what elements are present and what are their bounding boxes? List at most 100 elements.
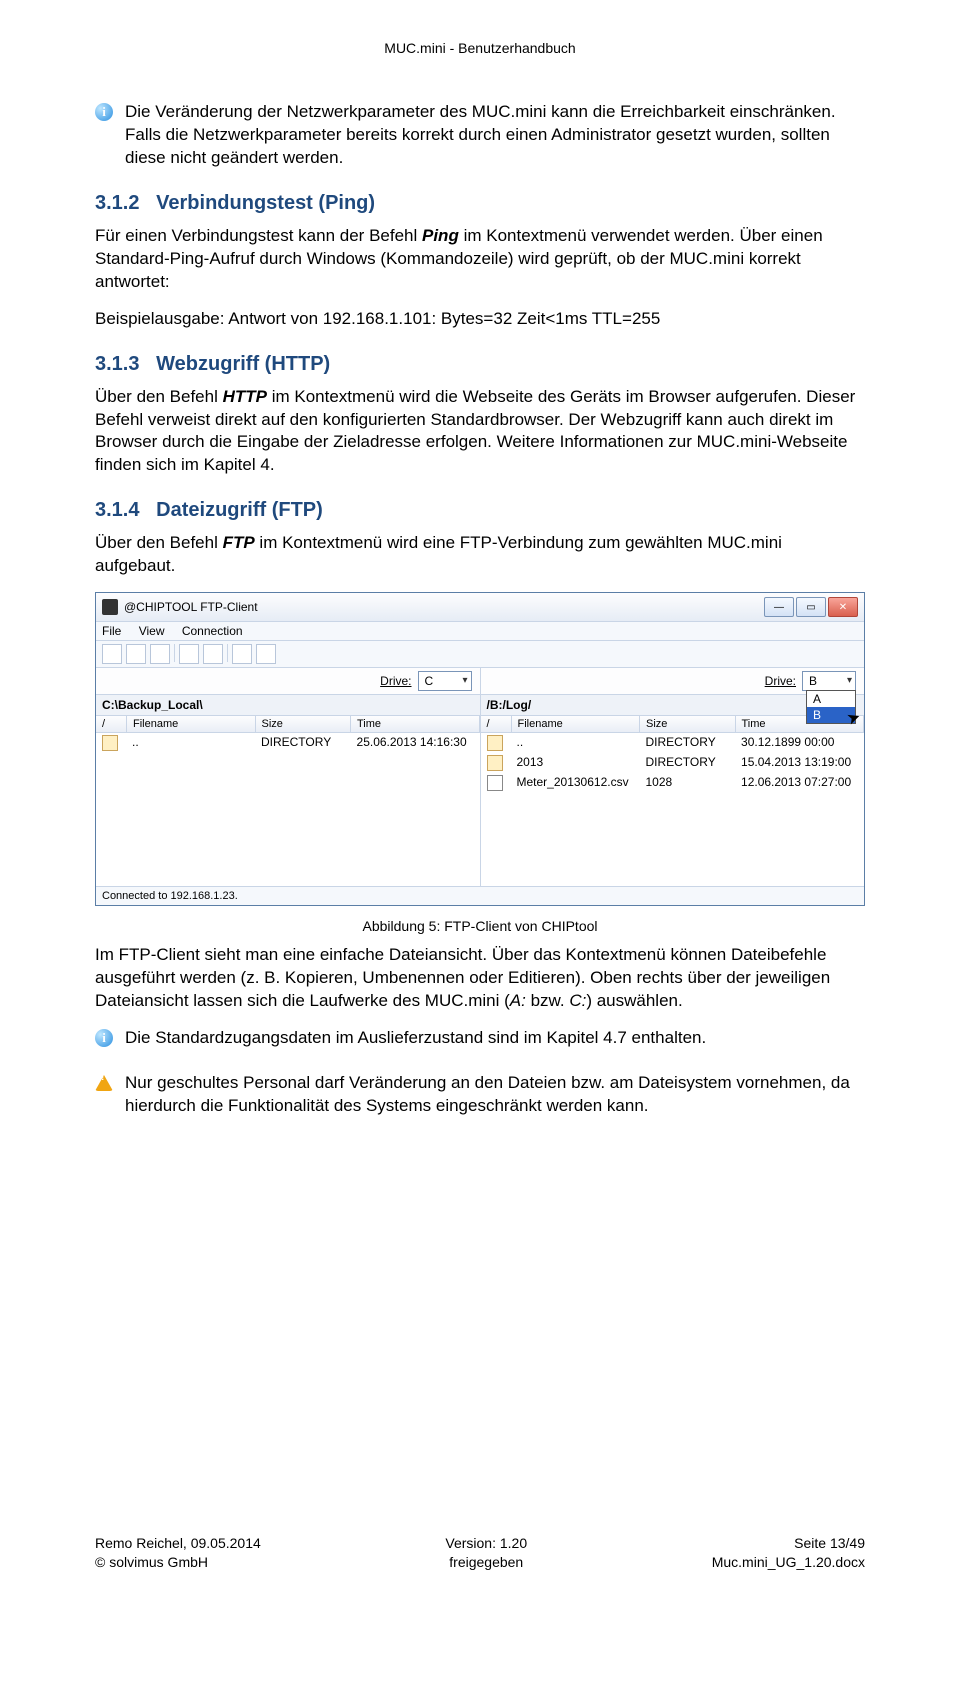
drive-select-right[interactable]: B (802, 671, 856, 691)
text: Über den Befehl (95, 533, 223, 552)
sec314-para: Über den Befehl FTP im Kontextmenü wird … (95, 532, 865, 578)
cell: 2013 (511, 754, 640, 772)
window-minimize-button[interactable]: ― (764, 597, 794, 617)
ftp-statusbar: Connected to 192.168.1.23. (96, 886, 864, 905)
drive-option-a[interactable]: A (807, 691, 855, 707)
menu-view[interactable]: View (139, 624, 165, 638)
footer-filename: Muc.mini_UG_1.20.docx (712, 1553, 865, 1572)
folder-up-icon (102, 735, 118, 751)
page-footer: Remo Reichel, 09.05.2014 © solvimus GmbH… (95, 1534, 865, 1572)
sec-title: Webzugriff (HTTP) (156, 353, 330, 375)
info-icon: i (95, 1029, 113, 1047)
path-left: C:\Backup_Local\ (96, 695, 481, 716)
cell: 25.06.2013 14:16:30 (351, 734, 480, 752)
col-size[interactable]: Size (256, 716, 352, 732)
drive-select-left[interactable]: C (418, 671, 472, 691)
cell: DIRECTORY (639, 734, 735, 752)
toolbar-button[interactable] (126, 644, 146, 664)
toolbar-button[interactable] (203, 644, 223, 664)
cell: .. (511, 734, 640, 752)
ftp-titlebar: @CHIPTOOL FTP-Client ― ▭ ✕ (96, 593, 864, 622)
text: Für einen Verbindungstest kann der Befeh… (95, 226, 422, 245)
ftp-window-title: @CHIPTOOL FTP-Client (124, 600, 258, 614)
sec-num: 3.1.3 (95, 353, 139, 375)
table-row[interactable]: 2013 DIRECTORY 15.04.2013 13:19:00 (481, 753, 865, 773)
sec313-para: Über den Befehl HTTP im Kontextmenü wird… (95, 386, 865, 478)
col-filename[interactable]: Filename (127, 716, 256, 732)
section-3-1-2-heading: 3.1.2 Verbindungstest (Ping) (95, 192, 865, 215)
file-list-left: / Filename Size Time .. DIRECTORY 25.06.… (96, 716, 481, 886)
toolbar-separator (227, 644, 228, 662)
sec312-example: Beispielausgabe: Antwort von 192.168.1.1… (95, 308, 865, 331)
col-time[interactable]: Time (351, 716, 480, 732)
post-figure-para: Im FTP-Client sieht man eine einfache Da… (95, 944, 865, 1013)
toolbar-button[interactable] (102, 644, 122, 664)
drive-a: A: (510, 991, 526, 1010)
text: Über den Befehl (95, 387, 223, 406)
cell: DIRECTORY (255, 734, 351, 752)
file-icon (487, 775, 503, 791)
sec-title: Dateizugriff (FTP) (156, 499, 323, 521)
sec-num: 3.1.4 (95, 499, 139, 521)
info-note-1-text: Die Veränderung der Netzwerkparameter de… (125, 102, 836, 167)
text: ) auswählen. (586, 991, 682, 1010)
toolbar-button[interactable] (150, 644, 170, 664)
footer-right: Seite 13/49 Muc.mini_UG_1.20.docx (712, 1534, 865, 1572)
footer-page: Seite 13/49 (712, 1534, 865, 1553)
toolbar-button[interactable] (179, 644, 199, 664)
table-row[interactable]: .. DIRECTORY 30.12.1899 00:00 (481, 733, 865, 753)
section-3-1-4-heading: 3.1.4 Dateizugriff (FTP) (95, 499, 865, 522)
sec-num: 3.1.2 (95, 192, 139, 214)
ftp-client-window: @CHIPTOOL FTP-Client ― ▭ ✕ File View Con… (95, 592, 865, 906)
toolbar-separator (174, 644, 175, 662)
drive-label: Drive: (765, 674, 796, 688)
menu-file[interactable]: File (102, 624, 121, 638)
toolbar-button[interactable] (232, 644, 252, 664)
drive-selector-right: Drive: B A B ➤ (481, 668, 865, 694)
figure-caption: Abbildung 5: FTP-Client von CHIPtool (95, 918, 865, 934)
table-row[interactable]: .. DIRECTORY 25.06.2013 14:16:30 (96, 733, 480, 753)
text: bzw. (526, 991, 569, 1010)
ftp-menubar: File View Connection (96, 622, 864, 641)
toolbar-button[interactable] (256, 644, 276, 664)
info-note-2: i Die Standardzugangsdaten im Auslieferz… (95, 1027, 865, 1050)
footer-author-date: Remo Reichel, 09.05.2014 (95, 1534, 261, 1553)
footer-center: Version: 1.20 freigegeben (445, 1534, 527, 1572)
cell: 1028 (639, 774, 735, 792)
cell: 12.06.2013 07:27:00 (735, 774, 864, 792)
col-filename[interactable]: Filename (512, 716, 641, 732)
menu-connection[interactable]: Connection (182, 624, 243, 638)
warning-text: Nur geschultes Personal darf Veränderung… (125, 1073, 850, 1115)
col-icon[interactable]: / (96, 716, 127, 732)
sec312-para1: Für einen Verbindungstest kann der Befeh… (95, 225, 865, 294)
drive-label: Drive: (380, 674, 411, 688)
drive-selector-left: Drive: C (96, 668, 481, 694)
cmd-ftp: FTP (223, 533, 255, 552)
cmd-http: HTTP (223, 387, 267, 406)
footer-status: freigegeben (445, 1553, 527, 1572)
warning-note: Nur geschultes Personal darf Veränderung… (95, 1072, 865, 1118)
text: Im FTP-Client sieht man eine einfache Da… (95, 945, 830, 1010)
footer-copyright: © solvimus GmbH (95, 1553, 261, 1572)
cell: .. (126, 734, 255, 752)
info-note-1: i Die Veränderung der Netzwerkparameter … (95, 101, 865, 170)
col-icon[interactable]: / (481, 716, 512, 732)
sec-title: Verbindungstest (Ping) (156, 192, 375, 214)
doc-header: MUC.mini - Benutzerhandbuch (95, 40, 865, 56)
col-size[interactable]: Size (640, 716, 736, 732)
ftp-toolbar (96, 641, 864, 668)
warning-icon (95, 1075, 113, 1091)
folder-up-icon (487, 735, 503, 751)
cmd-ping: Ping (422, 226, 459, 245)
section-3-1-3-heading: 3.1.3 Webzugriff (HTTP) (95, 353, 865, 376)
window-close-button[interactable]: ✕ (828, 597, 858, 617)
ftp-app-icon (102, 599, 118, 615)
cell: DIRECTORY (639, 754, 735, 772)
cell: 15.04.2013 13:19:00 (735, 754, 864, 772)
window-maximize-button[interactable]: ▭ (796, 597, 826, 617)
file-list-right: / Filename Size Time .. DIRECTORY 30.12.… (481, 716, 865, 886)
info-note-2-text: Die Standardzugangsdaten im Auslieferzus… (125, 1028, 706, 1047)
folder-icon (487, 755, 503, 771)
footer-version: Version: 1.20 (445, 1534, 527, 1553)
table-row[interactable]: Meter_20130612.csv 1028 12.06.2013 07:27… (481, 773, 865, 793)
